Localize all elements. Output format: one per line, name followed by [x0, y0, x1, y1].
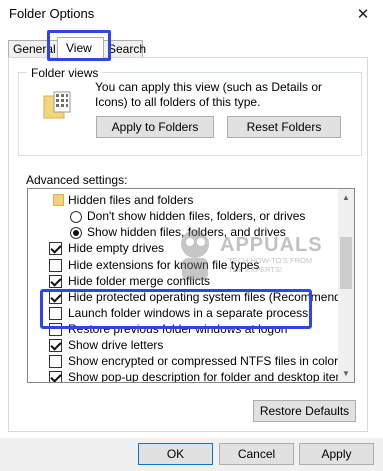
- mascot-icon: [181, 230, 209, 280]
- checkbox[interactable]: [49, 242, 62, 255]
- scroll-thumb[interactable]: [340, 237, 352, 289]
- title-bar: Folder Options ✕: [0, 0, 383, 30]
- tree-item-label: Hidden files and folders: [68, 193, 194, 207]
- checkbox[interactable]: [49, 275, 62, 288]
- folder-icon: [53, 194, 64, 206]
- folder-views-icon: [43, 91, 71, 119]
- launch-separate-process-highlight: [40, 289, 312, 329]
- reset-folders-button[interactable]: Reset Folders: [227, 116, 341, 138]
- radio-button[interactable]: [70, 227, 82, 239]
- scroll-down-icon[interactable]: ▼: [338, 365, 354, 382]
- checkbox-label: Show encrypted or compressed NTFS files …: [68, 354, 339, 368]
- apply-button[interactable]: Apply: [299, 443, 374, 465]
- window-title: Folder Options: [9, 6, 95, 21]
- appuals-watermark: APPUALS TECH HOW-TO'S FROM THE EXPERTS!: [160, 220, 330, 290]
- view-tab-highlight: [47, 30, 111, 61]
- tree-scrollbar[interactable]: ▲ ▼: [338, 189, 354, 382]
- apply-to-folders-button[interactable]: Apply to Folders: [96, 116, 214, 138]
- close-icon[interactable]: ✕: [343, 1, 383, 29]
- checkbox-label: Show pop-up description for folder and d…: [68, 370, 352, 383]
- watermark-subtitle: TECH HOW-TO'S FROM THE EXPERTS!: [228, 256, 313, 274]
- folder-views-description: You can apply this view (such as Details…: [95, 80, 323, 109]
- restore-defaults-button[interactable]: Restore Defaults: [253, 400, 356, 422]
- cancel-button[interactable]: Cancel: [219, 443, 294, 465]
- checkbox-label: Show drive letters: [68, 338, 164, 352]
- checkbox-label: Hide empty drives: [68, 241, 165, 255]
- ok-button[interactable]: OK: [138, 443, 213, 465]
- checkbox[interactable]: [49, 355, 62, 368]
- checkbox[interactable]: [49, 371, 62, 382]
- watermark-title: APPUALS: [220, 234, 323, 256]
- radio-button[interactable]: [70, 211, 82, 223]
- advanced-settings-label: Advanced settings:: [26, 173, 128, 187]
- folder-views-label: Folder views: [27, 66, 103, 80]
- checkbox[interactable]: [49, 259, 62, 272]
- checkbox[interactable]: [49, 339, 62, 352]
- scroll-up-icon[interactable]: ▲: [338, 189, 354, 206]
